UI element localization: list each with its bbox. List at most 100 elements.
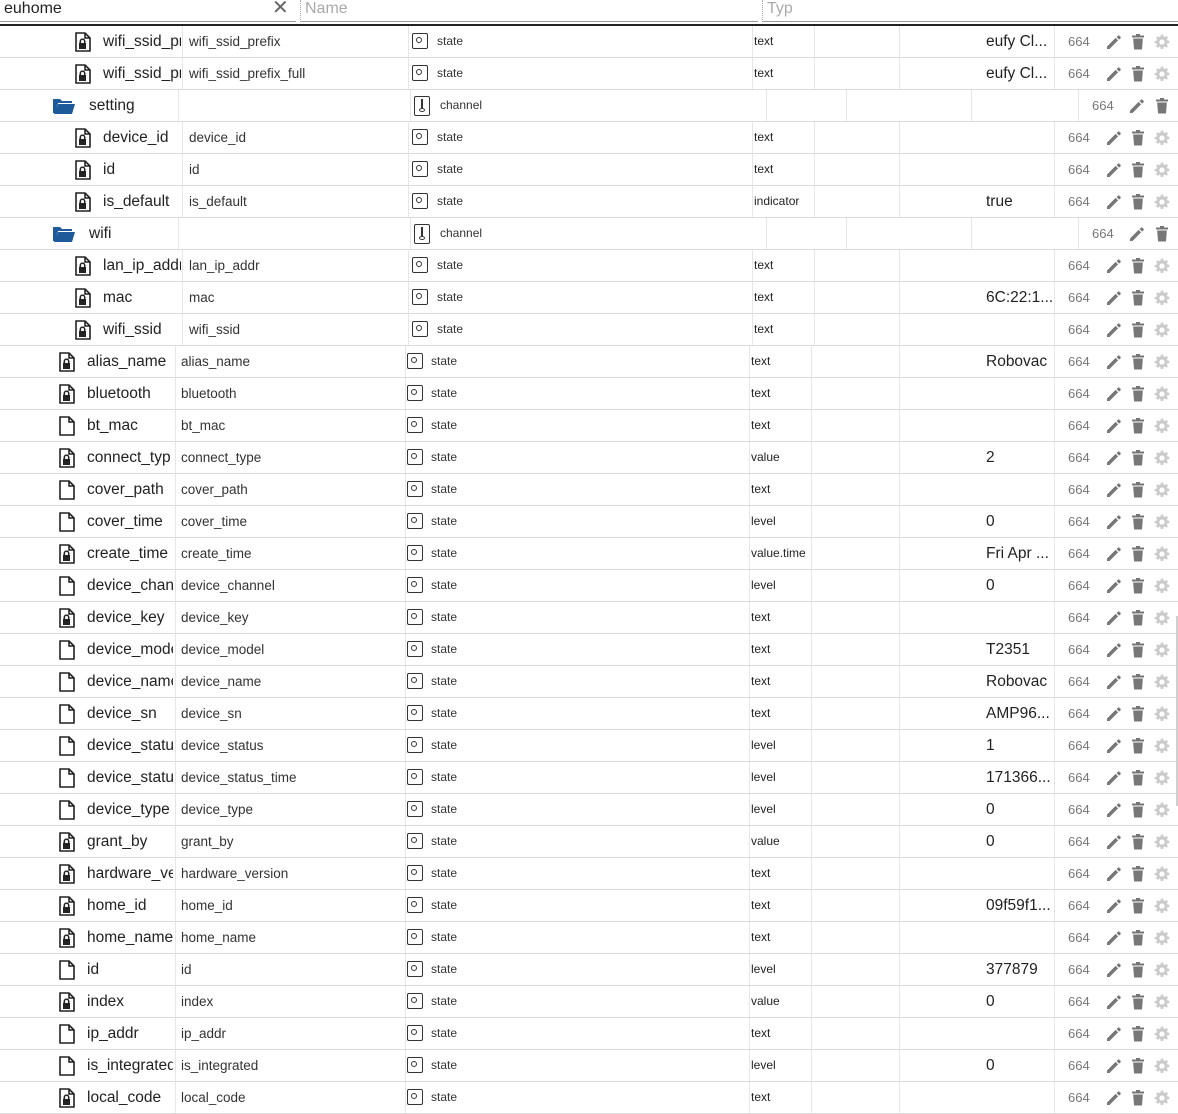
trash-icon[interactable] [1129,321,1147,339]
trash-icon[interactable] [1129,737,1147,755]
pencil-icon[interactable] [1105,577,1123,595]
pencil-icon[interactable] [1105,129,1123,147]
table-row[interactable]: mac mac state text 6C:22:1... 664 [0,282,1178,314]
table-row[interactable]: ip_addr ip_addr state text 664 [0,1018,1178,1050]
pencil-icon[interactable] [1105,897,1123,915]
pencil-icon[interactable] [1105,513,1123,531]
trash-icon[interactable] [1129,1057,1147,1075]
gear-icon[interactable] [1153,289,1171,307]
table-row[interactable]: device_sn device_sn state text AMP96... … [0,698,1178,730]
trash-icon[interactable] [1129,513,1147,531]
gear-icon[interactable] [1153,257,1171,275]
table-row[interactable]: wifi_ssid_pr wifi_ssid_prefix_full state… [0,58,1178,90]
pencil-icon[interactable] [1105,33,1123,51]
trash-icon[interactable] [1153,97,1171,115]
pencil-icon[interactable] [1105,1057,1123,1075]
trash-icon[interactable] [1129,545,1147,563]
pencil-icon[interactable] [1105,961,1123,979]
gear-icon[interactable] [1153,929,1171,947]
gear-icon[interactable] [1153,769,1171,787]
pencil-icon[interactable] [1105,801,1123,819]
table-row[interactable]: device_statu device_status state level 1… [0,730,1178,762]
trash-icon[interactable] [1129,129,1147,147]
pencil-icon[interactable] [1105,641,1123,659]
pencil-icon[interactable] [1105,993,1123,1011]
pencil-icon[interactable] [1105,353,1123,371]
table-row[interactable]: grant_by grant_by state value 0 664 [0,826,1178,858]
gear-icon[interactable] [1153,417,1171,435]
gear-icon[interactable] [1153,577,1171,595]
trash-icon[interactable] [1129,1089,1147,1107]
table-row[interactable]: home_name home_name state text 664 [0,922,1178,954]
trash-icon[interactable] [1129,897,1147,915]
table-row[interactable]: device_key device_key state text 664 [0,602,1178,634]
pencil-icon[interactable] [1105,417,1123,435]
gear-icon[interactable] [1153,705,1171,723]
table-row[interactable]: index index state value 0 664 [0,986,1178,1018]
trash-icon[interactable] [1129,481,1147,499]
gear-icon[interactable] [1153,65,1171,83]
trash-icon[interactable] [1129,961,1147,979]
gear-icon[interactable] [1153,513,1171,531]
table-row[interactable]: is_default is_default state indicator tr… [0,186,1178,218]
table-row[interactable]: device_chan device_channel state level 0… [0,570,1178,602]
table-row[interactable]: wifi_ssid_pr wifi_ssid_prefix state text… [0,26,1178,58]
gear-icon[interactable] [1153,833,1171,851]
name-filter-input[interactable] [301,0,758,19]
trash-icon[interactable] [1129,289,1147,307]
pencil-icon[interactable] [1105,545,1123,563]
table-row[interactable]: bt_mac bt_mac state text 664 [0,410,1178,442]
table-row[interactable]: cover_time cover_time state level 0 664 [0,506,1178,538]
id-filter-input[interactable] [0,0,296,19]
table-row[interactable]: home_id home_id state text 09f59f1... 66… [0,890,1178,922]
trash-icon[interactable] [1129,1025,1147,1043]
pencil-icon[interactable] [1105,673,1123,691]
pencil-icon[interactable] [1105,609,1123,627]
trash-icon[interactable] [1129,65,1147,83]
trash-icon[interactable] [1129,993,1147,1011]
pencil-icon[interactable] [1105,1089,1123,1107]
trash-icon[interactable] [1129,449,1147,467]
pencil-icon[interactable] [1105,737,1123,755]
pencil-icon[interactable] [1105,289,1123,307]
trash-icon[interactable] [1129,609,1147,627]
trash-icon[interactable] [1129,865,1147,883]
trash-icon[interactable] [1129,641,1147,659]
gear-icon[interactable] [1153,801,1171,819]
gear-icon[interactable] [1153,353,1171,371]
pencil-icon[interactable] [1128,97,1146,115]
trash-icon[interactable] [1129,417,1147,435]
trash-icon[interactable] [1129,801,1147,819]
gear-icon[interactable] [1153,1025,1171,1043]
table-row[interactable]: wifi_ssid wifi_ssid state text 664 [0,314,1178,346]
trash-icon[interactable] [1129,193,1147,211]
trash-icon[interactable] [1129,577,1147,595]
trash-icon[interactable] [1129,705,1147,723]
gear-icon[interactable] [1153,481,1171,499]
table-row[interactable]: id id state text 664 [0,154,1178,186]
gear-icon[interactable] [1153,321,1171,339]
gear-icon[interactable] [1153,193,1171,211]
table-row[interactable]: hardware_ve hardware_version state text … [0,858,1178,890]
table-row[interactable]: id id state level 377879 664 [0,954,1178,986]
gear-icon[interactable] [1153,673,1171,691]
table-row[interactable]: lan_ip_addr lan_ip_addr state text 664 [0,250,1178,282]
trash-icon[interactable] [1129,769,1147,787]
table-row[interactable]: cover_path cover_path state text 664 [0,474,1178,506]
table-row[interactable]: setting channel 664 [0,90,1178,122]
pencil-icon[interactable] [1105,481,1123,499]
pencil-icon[interactable] [1105,769,1123,787]
pencil-icon[interactable] [1105,929,1123,947]
pencil-icon[interactable] [1128,225,1146,243]
table-row[interactable]: alias_name alias_name state text Robovac… [0,346,1178,378]
gear-icon[interactable] [1153,897,1171,915]
gear-icon[interactable] [1153,865,1171,883]
gear-icon[interactable] [1153,385,1171,403]
trash-icon[interactable] [1129,673,1147,691]
trash-icon[interactable] [1129,257,1147,275]
pencil-icon[interactable] [1105,257,1123,275]
table-row[interactable]: create_time create_time state value.time… [0,538,1178,570]
table-row[interactable]: connect_typ connect_type state value 2 6… [0,442,1178,474]
gear-icon[interactable] [1153,1057,1171,1075]
pencil-icon[interactable] [1105,865,1123,883]
